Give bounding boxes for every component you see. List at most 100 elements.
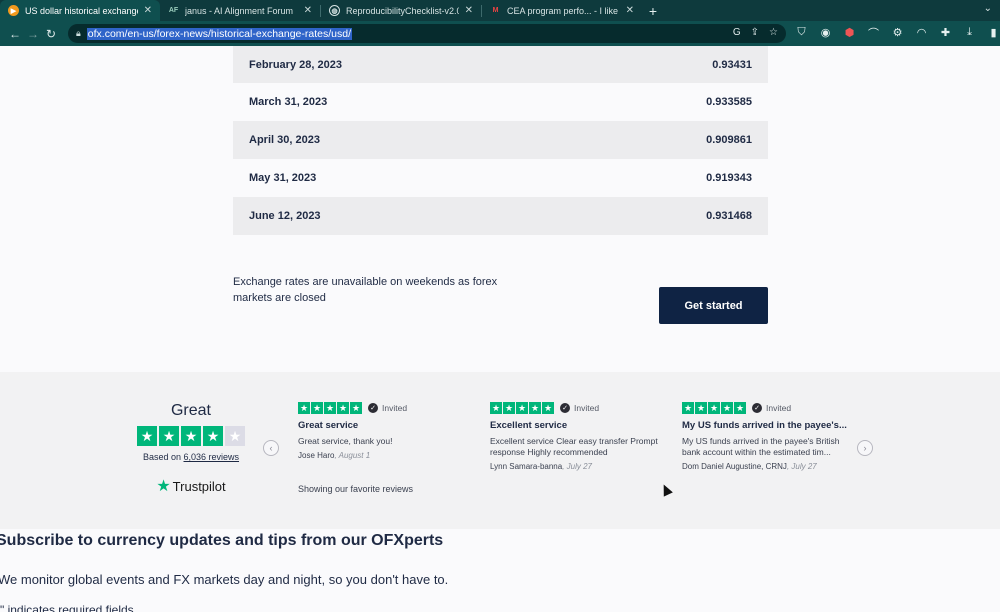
shield-icon[interactable]: ⛉	[795, 26, 808, 39]
review-body: Great service, thank you!	[298, 436, 393, 446]
close-icon[interactable]: ✕	[465, 5, 473, 16]
table-row: April 30, 2023 0.909861	[233, 121, 768, 159]
rate-value: 0.93431	[712, 58, 752, 71]
gear-icon[interactable]: ⚙	[891, 26, 904, 39]
sidebar-icon[interactable]: ▮	[987, 26, 1000, 39]
review-card[interactable]: ★ ★ ★ ★ ★ ✓ Invited My US funds arrived in th…	[682, 402, 852, 471]
subscribe-heading: Subscribe to currency updates and tips f…	[0, 532, 444, 549]
rating-word: Great	[170, 402, 211, 419]
review-author-line: Jose Haro, August 1	[298, 451, 468, 460]
invited-badge: ✓ Invited	[368, 403, 407, 413]
review-date: , July 27	[786, 462, 817, 471]
review-card[interactable]: ★ ★ ★ ★ ★ ✓ Invited Excellent service Excelle…	[490, 402, 660, 471]
tab-ofx[interactable]: ▶ US dollar historical exchange r ✕	[0, 0, 160, 21]
trustpilot-section: Great ★ ★ ★ ★ ★ Based on 6,036 reviews ★…	[0, 372, 1000, 529]
tab-label: ReproducibilityChecklist-v2.0	[346, 5, 459, 16]
star-icon: ★	[203, 426, 223, 446]
tab-label: CEA program perfo... - I like th	[507, 5, 620, 16]
rate-date: June 12, 2023	[249, 210, 321, 222]
rate-date: February 28, 2023	[249, 58, 342, 71]
close-icon[interactable]: ✕	[626, 5, 634, 16]
omnibox-actions: G ⇪ ☆	[733, 27, 778, 38]
puzzle-icon[interactable]: ✚	[939, 26, 952, 39]
check-icon: ✓	[368, 403, 378, 413]
review-title: Great service	[298, 420, 359, 431]
star-icon: ★	[225, 426, 245, 446]
review-body: Excellent service Clear easy transfer Pr…	[490, 436, 658, 457]
chevron-down-icon[interactable]: ⌄	[984, 3, 992, 14]
table-row: March 31, 2023 0.933585	[233, 83, 768, 121]
rate-value: 0.909861	[706, 134, 752, 146]
address-bar[interactable]: 🔒︎ ofx.com/en-us/forex-news/historical-e…	[68, 24, 786, 43]
review-title: Excellent service	[490, 420, 568, 431]
download-icon[interactable]: ⤓	[963, 26, 976, 39]
arc2-icon[interactable]: ◠	[915, 26, 928, 39]
invited-label: Invited	[382, 403, 408, 413]
tab-reproducibility[interactable]: ◍ ReproducibilityChecklist-v2.0 ✕	[321, 0, 481, 21]
star-icon: ★	[542, 402, 554, 414]
review-author-line: Dom Daniel Augustine, CRNJ, July 27	[682, 462, 852, 471]
url-text[interactable]: ofx.com/en-us/forex-news/historical-exch…	[86, 27, 352, 40]
review-author: Dom Daniel Augustine, CRNJ	[682, 462, 787, 471]
review-author-line: Lynn Samara-banna, July 27	[490, 462, 660, 471]
review-header: ★ ★ ★ ★ ★ ✓ Invited	[490, 402, 660, 414]
tab-alignment-forum[interactable]: AF janus - AI Alignment Forum ✕	[160, 0, 320, 21]
rate-date: April 30, 2023	[249, 134, 320, 146]
share-icon[interactable]: ⇪	[751, 27, 759, 38]
star-icon: ★	[159, 426, 179, 446]
check-icon: ✓	[560, 403, 570, 413]
star-icon: ★	[529, 402, 541, 414]
close-icon[interactable]: ✕	[304, 5, 312, 16]
tab-gmail[interactable]: M CEA program perfo... - I like th ✕	[482, 0, 642, 21]
table-row: June 12, 2023 0.931468	[233, 197, 768, 235]
invited-label: Invited	[574, 403, 600, 413]
ofx-icon: ▶	[8, 5, 19, 16]
star-icon: ★	[350, 402, 362, 414]
get-started-button[interactable]: Get started	[659, 287, 768, 324]
bookmark-star-icon[interactable]: ☆	[769, 27, 778, 38]
star-icon: ★	[311, 402, 323, 414]
rate-value: 0.933585	[706, 96, 752, 108]
trustpilot-summary: Great ★ ★ ★ ★ ★ Based on 6,036 reviews ★…	[134, 402, 248, 496]
reviews-count-link[interactable]: 6,036 reviews	[184, 452, 240, 462]
based-on-prefix: Based on	[142, 452, 184, 462]
close-icon[interactable]: ✕	[144, 5, 152, 16]
reload-icon[interactable]: ↻	[42, 27, 60, 41]
star-icon: ★	[516, 402, 528, 414]
star-icon: ★	[181, 426, 201, 446]
based-on-text: Based on 6,036 reviews	[134, 452, 248, 462]
forward-icon[interactable]: →	[24, 27, 42, 41]
carousel-next-button[interactable]: ›	[857, 440, 873, 456]
invited-badge: ✓ Invited	[560, 403, 599, 413]
review-title: My US funds arrived in the payee's...	[682, 420, 847, 431]
trustpilot-logo[interactable]: ★ Trustpilot	[134, 476, 248, 496]
google-icon[interactable]: G	[733, 27, 741, 38]
review-date: , July 27	[562, 462, 592, 471]
required-fields-note: " indicates required fields	[0, 603, 134, 612]
carousel-prev-button[interactable]: ‹	[263, 440, 279, 456]
check-icon: ✓	[752, 403, 762, 413]
review-header: ★ ★ ★ ★ ★ ✓ Invited	[298, 402, 468, 414]
back-icon[interactable]: ←	[6, 27, 24, 41]
star-icon: ★	[721, 402, 733, 414]
browser-tab-bar: ▶ US dollar historical exchange r ✕ AF j…	[0, 0, 1000, 21]
ublock-icon[interactable]: ⬢	[843, 26, 856, 39]
lock-icon[interactable]: 🔒︎	[76, 28, 81, 39]
review-date: , August 1	[334, 451, 371, 460]
star-icon: ★	[695, 402, 707, 414]
tab-label: US dollar historical exchange r	[25, 5, 138, 16]
tab-label: janus - AI Alignment Forum	[185, 5, 294, 16]
rating-stars: ★ ★ ★ ★ ★	[134, 426, 248, 446]
extension-icon[interactable]: ◉	[819, 26, 832, 39]
star-icon: ★	[503, 402, 515, 414]
globe-icon: ◍	[329, 5, 340, 16]
star-icon: ★	[324, 402, 336, 414]
trustpilot-star-icon: ★	[156, 478, 171, 495]
new-tab-button[interactable]: +	[642, 0, 664, 21]
star-icon: ★	[137, 426, 157, 446]
trustpilot-logo-text: Trustpilot	[172, 478, 226, 494]
review-card[interactable]: ★ ★ ★ ★ ★ ✓ Invited Great service Great servi…	[298, 402, 468, 460]
arc-icon[interactable]: ⌒	[867, 26, 880, 40]
star-icon: ★	[708, 402, 720, 414]
rate-value: 0.919343	[706, 172, 752, 184]
